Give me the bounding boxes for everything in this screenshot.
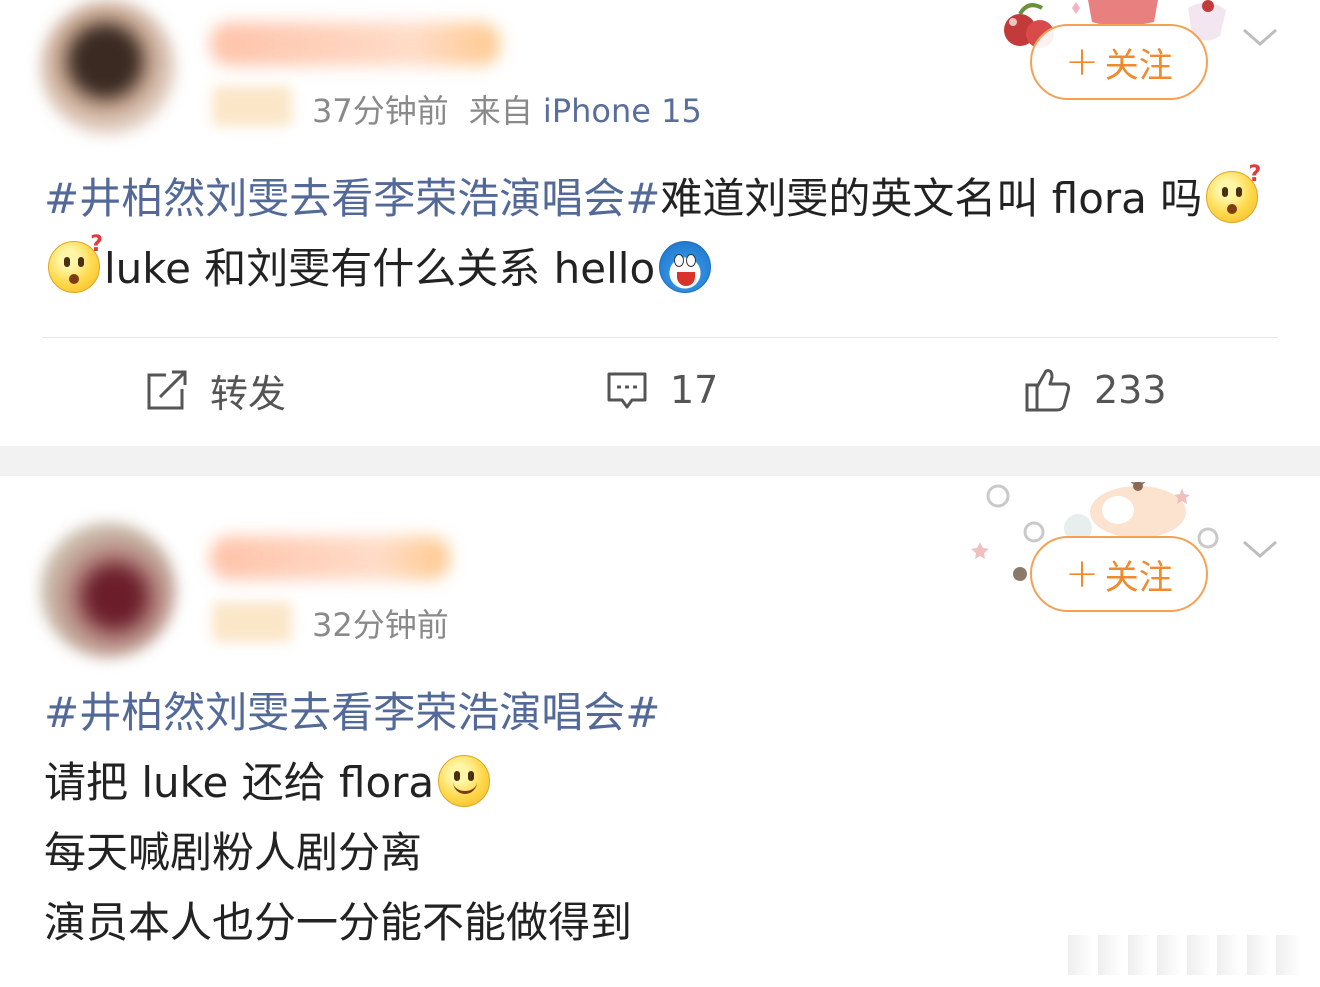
thinking-emoji-icon: ? xyxy=(48,234,103,293)
thumbs-up-icon xyxy=(1025,369,1071,412)
post-source-prefix: 来自 xyxy=(468,92,533,130)
post-text-line: 请把 luke 还给 flora xyxy=(44,758,435,807)
user-badge-blurred xyxy=(212,86,292,126)
avatar[interactable] xyxy=(40,522,176,658)
doraemon-emoji-icon xyxy=(659,241,712,293)
like-count: 233 xyxy=(1094,368,1167,412)
chevron-down-icon[interactable] xyxy=(1240,534,1280,564)
plus-icon: + xyxy=(1065,551,1099,597)
post-meta: 37分钟前 来自 iPhone 15 xyxy=(312,86,702,132)
weibo-post: 32分钟前 + 关注 #井柏然刘雯去看李荣浩演唱会# 请把 luke 还给 fl… xyxy=(0,476,1320,987)
thinking-emoji-icon: ? xyxy=(1206,164,1261,223)
divider xyxy=(42,337,1278,338)
topic-hashtag[interactable]: #井柏然刘雯去看李荣浩演唱会# xyxy=(44,688,660,737)
share-edit-icon xyxy=(147,369,188,410)
weibo-post: 37分钟前 来自 iPhone 15 + 关注 #井柏然刘雯去看李荣浩演唱会#难道… xyxy=(0,0,1320,446)
follow-label: 关注 xyxy=(1104,45,1173,86)
comment-button[interactable]: 17 xyxy=(606,362,718,418)
post-source[interactable]: iPhone 15 xyxy=(543,92,702,130)
share-label: 转发 xyxy=(210,371,287,416)
post-time: 32分钟前 xyxy=(312,606,449,644)
post-text-line: 每天喊剧粉人剧分离 xyxy=(44,828,423,877)
post-text-part: luke 和刘雯有什么关系 hello xyxy=(104,244,656,293)
username-blurred[interactable] xyxy=(210,536,450,580)
post-content: #井柏然刘雯去看李荣浩演唱会# 请把 luke 还给 flora 每天喊剧粉人剧… xyxy=(44,678,1284,958)
plus-icon: + xyxy=(1065,39,1099,85)
post-content: #井柏然刘雯去看李荣浩演唱会#难道刘雯的英文名叫 flora 吗?? luke 和… xyxy=(44,164,1284,304)
follow-label: 关注 xyxy=(1104,557,1173,598)
post-meta: 32分钟前 xyxy=(312,600,449,646)
comment-bubble-icon xyxy=(607,372,647,409)
post-time: 37分钟前 xyxy=(312,92,449,130)
smile-emoji-icon xyxy=(438,755,491,807)
share-button[interactable]: 转发 xyxy=(146,362,286,418)
avatar[interactable] xyxy=(40,0,176,136)
chevron-down-icon[interactable] xyxy=(1240,22,1280,52)
post-text-part: 难道刘雯的英文名叫 flora 吗 xyxy=(660,174,1203,223)
like-button[interactable]: 233 xyxy=(1024,362,1167,418)
user-badge-blurred xyxy=(212,602,292,642)
username-blurred[interactable] xyxy=(210,22,500,66)
watermark-blurred xyxy=(1068,935,1300,975)
post-separator xyxy=(0,446,1320,476)
follow-button[interactable]: + 关注 xyxy=(1030,536,1208,612)
follow-button[interactable]: + 关注 xyxy=(1030,24,1208,100)
topic-hashtag[interactable]: #井柏然刘雯去看李荣浩演唱会# xyxy=(44,174,660,223)
comment-count: 17 xyxy=(670,368,719,412)
